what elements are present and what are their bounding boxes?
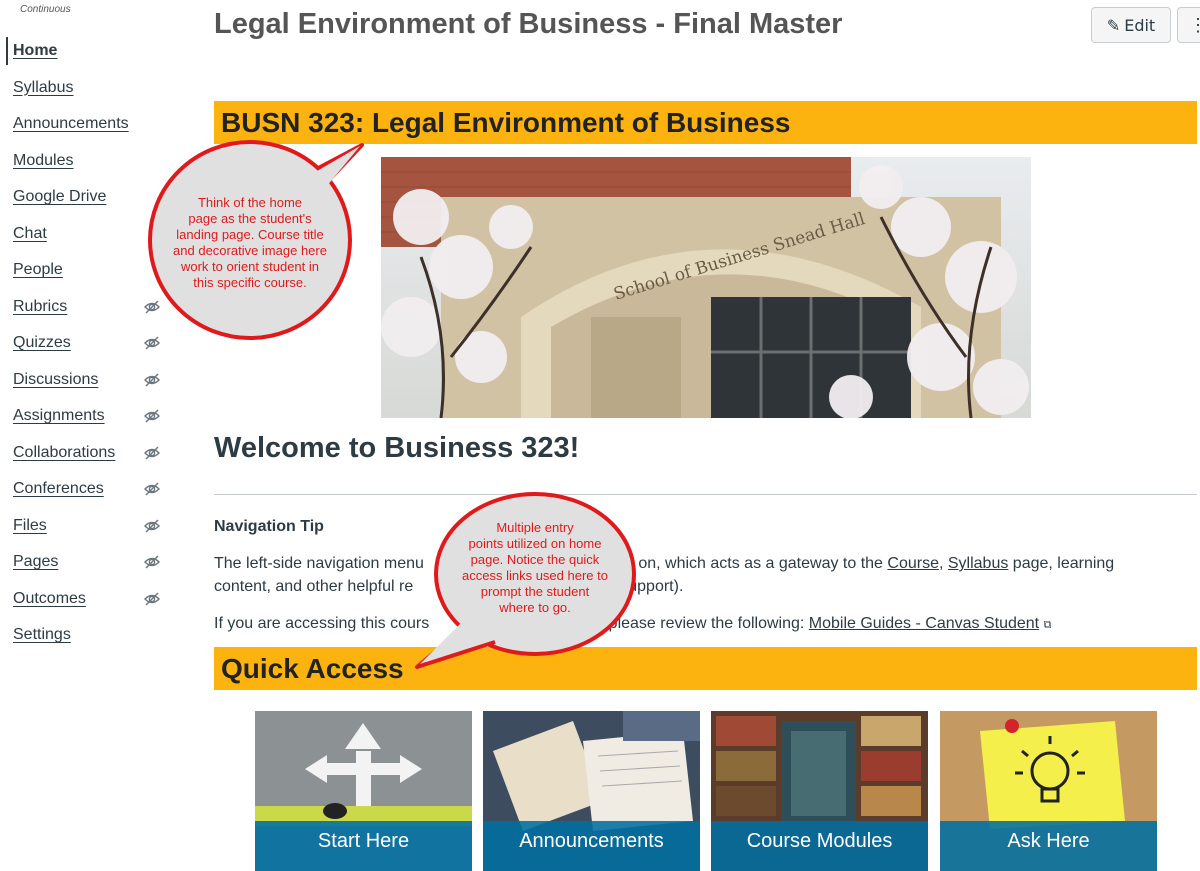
sidebar-item-label[interactable]: Outcomes xyxy=(13,590,86,608)
callout-line: Multiple entry xyxy=(496,520,574,535)
eye-slash-icon xyxy=(144,519,160,532)
text-span: on, which acts as a gateway to the xyxy=(633,555,888,572)
course-navigation: Continuous Home Syllabus Announcements Modu… xyxy=(0,0,175,864)
text-span: page, learning xyxy=(1008,555,1115,572)
sidebar-item-collaborations[interactable]: Collaborations xyxy=(0,435,175,472)
ask-here-tile[interactable]: Ask Here xyxy=(940,711,1157,871)
sidebar-item-label[interactable]: Modules xyxy=(13,152,73,170)
eye-slash-icon xyxy=(144,409,160,423)
callout-line: points utilized on home xyxy=(468,536,602,551)
sidebar-item-conferences[interactable]: Conferences xyxy=(0,471,175,508)
hero-image: School of Business Snead Hall xyxy=(381,157,1031,418)
eye-slash-icon xyxy=(144,555,160,569)
text-span: The left-side navigation menu xyxy=(214,555,424,572)
course-nav-list: Home Syllabus Announcements Modules Google D… xyxy=(0,33,175,654)
annotation-callout-home-page: Think of the home page as the student's … xyxy=(145,140,364,340)
eye-slash-icon xyxy=(144,592,160,605)
sidebar-item-label[interactable]: Google Drive xyxy=(13,188,106,206)
eye-slash-icon xyxy=(144,482,160,496)
callout-line: Think of the home xyxy=(197,195,303,210)
callout-line: landing page. Course title xyxy=(176,227,324,242)
sidebar-item-settings[interactable]: Settings xyxy=(0,617,175,654)
navigation-tip-paragraph: The left-side navigation menu on, which … xyxy=(214,552,1184,598)
sidebar-item-label[interactable]: Home xyxy=(13,42,57,60)
start-here-tile[interactable]: Start Here xyxy=(255,711,472,871)
more-options-button[interactable]: ⋮ xyxy=(1177,7,1200,43)
sidebar-item-syllabus[interactable]: Syllabus xyxy=(0,70,175,107)
syllabus-link[interactable]: Syllabus xyxy=(948,555,1008,572)
callout-line: and decorative image here xyxy=(173,243,327,258)
mobile-guides-link[interactable]: Mobile Guides - Canvas Student xyxy=(809,615,1039,632)
navigation-tip-heading: Navigation Tip xyxy=(214,518,324,535)
external-link-icon: ⧉ xyxy=(1043,619,1052,631)
callout-line: where to go. xyxy=(499,600,571,615)
text-span: If you are accessing this cours xyxy=(214,615,430,632)
sidebar-item-home[interactable]: Home xyxy=(0,33,175,70)
text-span: content, and other helpful re xyxy=(214,578,414,595)
course-modules-tile[interactable]: Course Modules xyxy=(711,711,928,871)
edit-button[interactable]: ✎ Edit xyxy=(1091,7,1171,43)
sidebar-item-outcomes[interactable]: Outcomes xyxy=(0,581,175,618)
callout-line: work to orient student in xyxy=(180,259,320,274)
sidebar-item-label[interactable]: Discussions xyxy=(13,371,98,389)
sidebar-item-label[interactable]: Rubrics xyxy=(13,298,67,316)
callout-text: Multiple entry points utilized on home p… xyxy=(440,520,630,616)
sidebar-item-label[interactable]: Assignments xyxy=(13,407,105,425)
term-label: Continuous xyxy=(20,4,71,15)
course-title-banner: BUSN 323: Legal Environment of Business xyxy=(214,101,1197,144)
annotation-callout-quick-access: Multiple entry points utilized on home p… xyxy=(415,492,645,677)
announcements-tile[interactable]: Announcements xyxy=(483,711,700,871)
eye-slash-icon xyxy=(144,446,160,459)
callout-line: page as the student's xyxy=(188,211,312,226)
sidebar-item-label[interactable]: Settings xyxy=(13,626,71,644)
sidebar-item-files[interactable]: Files xyxy=(0,508,175,545)
callout-line: this specific course. xyxy=(193,275,307,290)
page-title: Legal Environment of Business - Final Ma… xyxy=(214,8,843,40)
callout-text: Think of the home page as the student's … xyxy=(155,195,345,291)
pencil-icon: ✎ xyxy=(1106,15,1121,35)
sidebar-item-assignments[interactable]: Assignments xyxy=(0,398,175,435)
course-link[interactable]: Course xyxy=(887,555,939,572)
mobile-guide-paragraph: If you are accessing this cours please r… xyxy=(214,612,1184,637)
quick-access-banner: Quick Access xyxy=(214,647,1197,690)
welcome-heading: Welcome to Business 323! xyxy=(214,432,580,464)
callout-line: access links used here to xyxy=(462,568,608,583)
sidebar-item-label[interactable]: People xyxy=(13,261,63,279)
sidebar-item-label[interactable]: Pages xyxy=(13,553,58,571)
sidebar-item-label[interactable]: Conferences xyxy=(13,480,104,498)
sidebar-item-label[interactable]: Chat xyxy=(13,225,47,243)
callout-line: page. Notice the quick xyxy=(470,552,600,567)
text-span: , xyxy=(938,555,948,572)
divider xyxy=(214,494,1197,495)
sidebar-item-label[interactable]: Announcements xyxy=(13,115,129,133)
sidebar-item-label[interactable]: Files xyxy=(13,517,47,535)
sidebar-item-discussions[interactable]: Discussions xyxy=(0,362,175,399)
sidebar-item-label[interactable]: Collaborations xyxy=(13,444,115,462)
sidebar-item-pages[interactable]: Pages xyxy=(0,544,175,581)
edit-label: Edit xyxy=(1124,15,1156,35)
sidebar-item-announcements[interactable]: Announcements xyxy=(0,106,175,143)
eye-slash-icon xyxy=(144,373,160,386)
callout-line: prompt the student xyxy=(480,584,590,599)
sidebar-item-label[interactable]: Quizzes xyxy=(13,334,71,352)
sidebar-item-label[interactable]: Syllabus xyxy=(13,79,73,97)
